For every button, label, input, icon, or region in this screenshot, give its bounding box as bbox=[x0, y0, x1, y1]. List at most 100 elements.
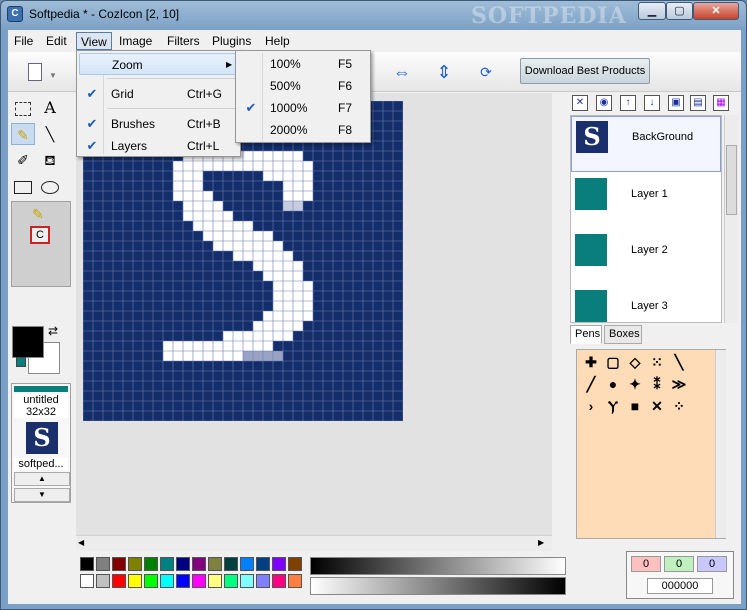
document-thumbnail[interactable] bbox=[14, 386, 68, 392]
menu-edit[interactable]: Edit bbox=[42, 32, 71, 50]
horizontal-scrollbar[interactable]: ◀ ▶ bbox=[76, 535, 552, 551]
title-bar[interactable]: C Softpedia * - CozIcon [2, 10] SOFTPEDI… bbox=[1, 1, 746, 29]
palette-swatch[interactable] bbox=[192, 574, 206, 588]
maximize-button[interactable]: ▢ bbox=[666, 2, 693, 20]
zoom-item-500[interactable]: 500% F6 bbox=[238, 75, 368, 97]
palette-swatch[interactable] bbox=[240, 574, 254, 588]
document-thumbnail[interactable]: S bbox=[26, 422, 58, 454]
palette-swatch[interactable] bbox=[80, 557, 94, 571]
color-picker-tool[interactable]: ✐ bbox=[11, 149, 35, 171]
minimize-button[interactable]: ▁ bbox=[638, 2, 666, 20]
pen-x-icon[interactable]: ✕ bbox=[647, 396, 667, 416]
hex-value[interactable]: 000000 bbox=[647, 578, 713, 594]
layer-item[interactable]: Layer 2 bbox=[571, 230, 721, 286]
pen-diamond-icon[interactable]: ◇ bbox=[625, 352, 645, 372]
tab-pens[interactable]: Pens bbox=[570, 325, 602, 344]
palette-swatch[interactable] bbox=[96, 557, 110, 571]
palette-swatch[interactable] bbox=[144, 574, 158, 588]
palette-swatch[interactable] bbox=[112, 574, 126, 588]
layer-item[interactable]: S BackGround bbox=[571, 116, 721, 172]
palette-swatch[interactable] bbox=[160, 574, 174, 588]
delete-layer-icon[interactable]: ✕ bbox=[572, 95, 588, 111]
palette-swatch[interactable] bbox=[176, 557, 190, 571]
menu-filters[interactable]: Filters bbox=[163, 32, 204, 50]
scroll-right-icon[interactable]: ▶ bbox=[538, 538, 544, 547]
layer-item[interactable]: Layer 1 bbox=[571, 174, 721, 230]
gradient-black-white[interactable] bbox=[310, 557, 566, 575]
merge-layer-icon[interactable]: ▣ bbox=[668, 95, 684, 111]
palette-swatch[interactable] bbox=[128, 557, 142, 571]
arrow-up-icon[interactable]: ↑ bbox=[620, 95, 636, 111]
select-tool[interactable] bbox=[11, 97, 35, 119]
new-document-icon[interactable] bbox=[28, 63, 42, 81]
menu-plugins[interactable]: Plugins bbox=[208, 32, 255, 50]
tab-boxes[interactable]: Boxes bbox=[604, 325, 642, 344]
line-tool[interactable]: ╲ bbox=[38, 123, 62, 145]
palette-swatch[interactable] bbox=[128, 574, 142, 588]
reset-colors-swatch[interactable] bbox=[16, 357, 26, 367]
red-value[interactable]: 0 bbox=[631, 556, 661, 572]
menu-item-grid[interactable]: ✔ Grid Ctrl+G bbox=[79, 83, 238, 105]
blue-value[interactable]: 0 bbox=[697, 556, 727, 572]
pencil-tool[interactable]: ✎ bbox=[11, 123, 35, 145]
text-tool[interactable]: A bbox=[38, 97, 62, 119]
menu-help[interactable]: Help bbox=[261, 32, 294, 50]
arrow-down-icon[interactable]: ↓ bbox=[644, 95, 660, 111]
chevron-down-icon[interactable]: ▼ bbox=[48, 66, 58, 86]
gradient-white-black[interactable] bbox=[310, 577, 566, 595]
close-button[interactable]: ✕ bbox=[693, 2, 739, 20]
palette-swatch[interactable] bbox=[176, 574, 190, 588]
layer-color-icon[interactable]: ▦ bbox=[713, 95, 729, 111]
pen-scatter-icon[interactable]: ⁑ bbox=[647, 374, 667, 394]
layer-item[interactable]: Layer 3 bbox=[571, 286, 721, 322]
menu-item-brushes[interactable]: ✔ Brushes Ctrl+B bbox=[79, 113, 238, 135]
zoom-item-100[interactable]: 100% F5 bbox=[238, 53, 368, 75]
pen-xdots-icon[interactable]: ⁘ bbox=[669, 396, 689, 416]
menu-item-layers[interactable]: ✔ Layers Ctrl+L bbox=[79, 135, 238, 157]
menu-image[interactable]: Image bbox=[115, 32, 156, 50]
pens-scrollbar[interactable] bbox=[715, 350, 726, 538]
palette-swatch[interactable] bbox=[80, 574, 94, 588]
palette-swatch[interactable] bbox=[288, 557, 302, 571]
option-c-button[interactable]: C bbox=[30, 226, 50, 244]
rotate-icon[interactable]: ⟳ bbox=[476, 62, 496, 82]
swap-colors-icon[interactable]: ⇄ bbox=[48, 324, 58, 338]
palette-swatch[interactable] bbox=[256, 557, 270, 571]
menu-item-zoom[interactable]: Zoom ▶ bbox=[79, 53, 238, 75]
palette-swatch[interactable] bbox=[112, 557, 126, 571]
document-name[interactable]: untitled bbox=[14, 394, 68, 406]
menu-file[interactable]: File bbox=[10, 32, 37, 50]
pen-square-icon[interactable]: ▢ bbox=[603, 352, 623, 372]
palette-swatch[interactable] bbox=[240, 557, 254, 571]
palette-swatch[interactable] bbox=[96, 574, 110, 588]
palette-swatch[interactable] bbox=[208, 574, 222, 588]
document-name[interactable]: softped... bbox=[14, 458, 68, 470]
pen-cross-icon[interactable]: ✚ bbox=[581, 352, 601, 372]
menu-view[interactable]: View bbox=[76, 32, 112, 50]
zoom-item-1000[interactable]: ✔ 1000% F7 bbox=[238, 97, 368, 119]
flip-vertical-icon[interactable]: ⇕ bbox=[434, 62, 454, 82]
pen-chevron-icon[interactable]: › bbox=[581, 396, 601, 416]
palette-swatch[interactable] bbox=[288, 574, 302, 588]
pen-dots-icon[interactable]: ⁙ bbox=[647, 352, 667, 372]
scroll-up-button[interactable]: ▲ bbox=[14, 472, 70, 486]
layer-properties-icon[interactable]: ▤ bbox=[690, 95, 706, 111]
pen-arrow-icon[interactable]: ≫ bbox=[669, 374, 689, 394]
palette-swatch[interactable] bbox=[272, 557, 286, 571]
palette-swatch[interactable] bbox=[160, 557, 174, 571]
palette-swatch[interactable] bbox=[192, 557, 206, 571]
ellipse-tool[interactable] bbox=[38, 175, 62, 197]
pen-plus-icon[interactable]: ✦ bbox=[625, 374, 645, 394]
zoom-item-2000[interactable]: 2000% F8 bbox=[238, 119, 368, 141]
layers-scrollbar[interactable] bbox=[724, 115, 738, 323]
palette-swatch[interactable] bbox=[208, 557, 222, 571]
green-value[interactable]: 0 bbox=[664, 556, 694, 572]
palette-swatch[interactable] bbox=[272, 574, 286, 588]
palette-swatch[interactable] bbox=[144, 557, 158, 571]
palette-swatch[interactable] bbox=[224, 557, 238, 571]
flip-horizontal-icon[interactable]: ⇔ bbox=[392, 62, 412, 82]
pen-backslash-icon[interactable]: ╲ bbox=[669, 352, 689, 372]
pen-y-icon[interactable]: Ⲩ bbox=[603, 396, 623, 416]
pen-slash-icon[interactable]: ╱ bbox=[581, 374, 601, 394]
foreground-color[interactable] bbox=[12, 326, 44, 358]
